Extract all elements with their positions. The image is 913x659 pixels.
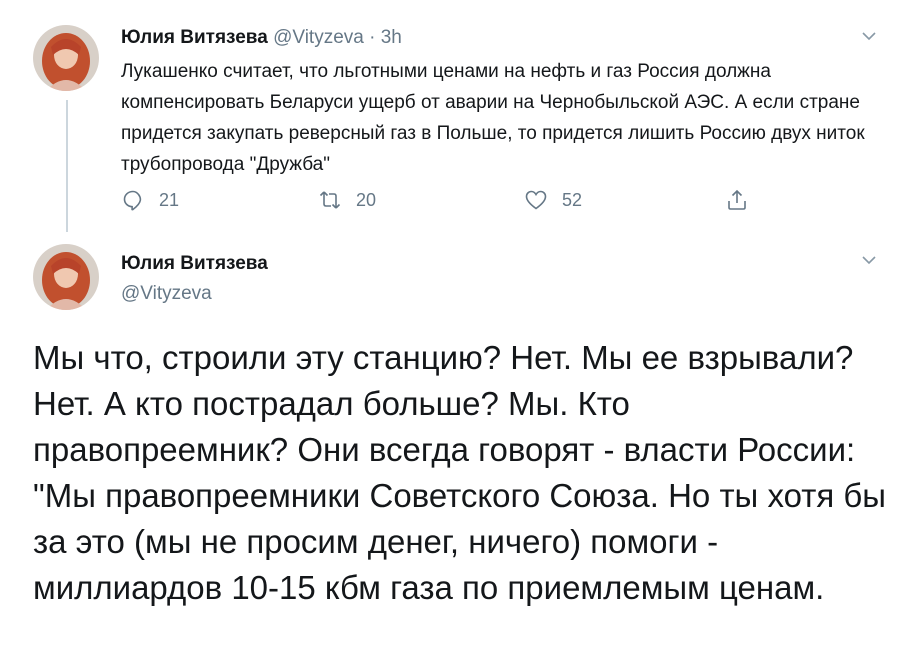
retweet-count: 20	[356, 189, 377, 210]
tweet-header: Юлия Витязева @Vityzeva · 3h	[121, 27, 402, 49]
reply-icon	[123, 190, 142, 211]
chevron-down-icon[interactable]	[860, 251, 878, 269]
share-button[interactable]	[725, 186, 763, 214]
thread-line	[66, 100, 68, 232]
author-handle[interactable]: @Vityzeva	[273, 27, 364, 48]
retweet-button[interactable]: 20	[318, 186, 376, 214]
like-button[interactable]: 52	[524, 186, 582, 214]
chevron-down-icon[interactable]	[860, 27, 878, 45]
time-separator: ·	[363, 27, 381, 48]
reply-count: 21	[159, 189, 180, 210]
author-name[interactable]: Юлия Витязева	[121, 253, 268, 275]
share-icon	[728, 189, 746, 210]
reply-button[interactable]: 21	[121, 186, 179, 214]
author-name[interactable]: Юлия Витязева	[121, 27, 268, 48]
avatar[interactable]	[33, 244, 99, 310]
tweet-time[interactable]: 3h	[381, 27, 402, 48]
retweet-icon	[319, 191, 341, 209]
like-count: 52	[562, 189, 583, 210]
heart-icon	[525, 190, 547, 210]
tweet-actions: 21 20 52	[121, 186, 761, 214]
author-handle[interactable]: @Vityzeva	[121, 283, 212, 305]
tweet-text: Мы что, строили эту станцию? Нет. Мы ее …	[33, 339, 886, 606]
tweet-text: Лукашенко считает, что льготными ценами …	[121, 61, 865, 175]
avatar[interactable]	[33, 25, 99, 91]
